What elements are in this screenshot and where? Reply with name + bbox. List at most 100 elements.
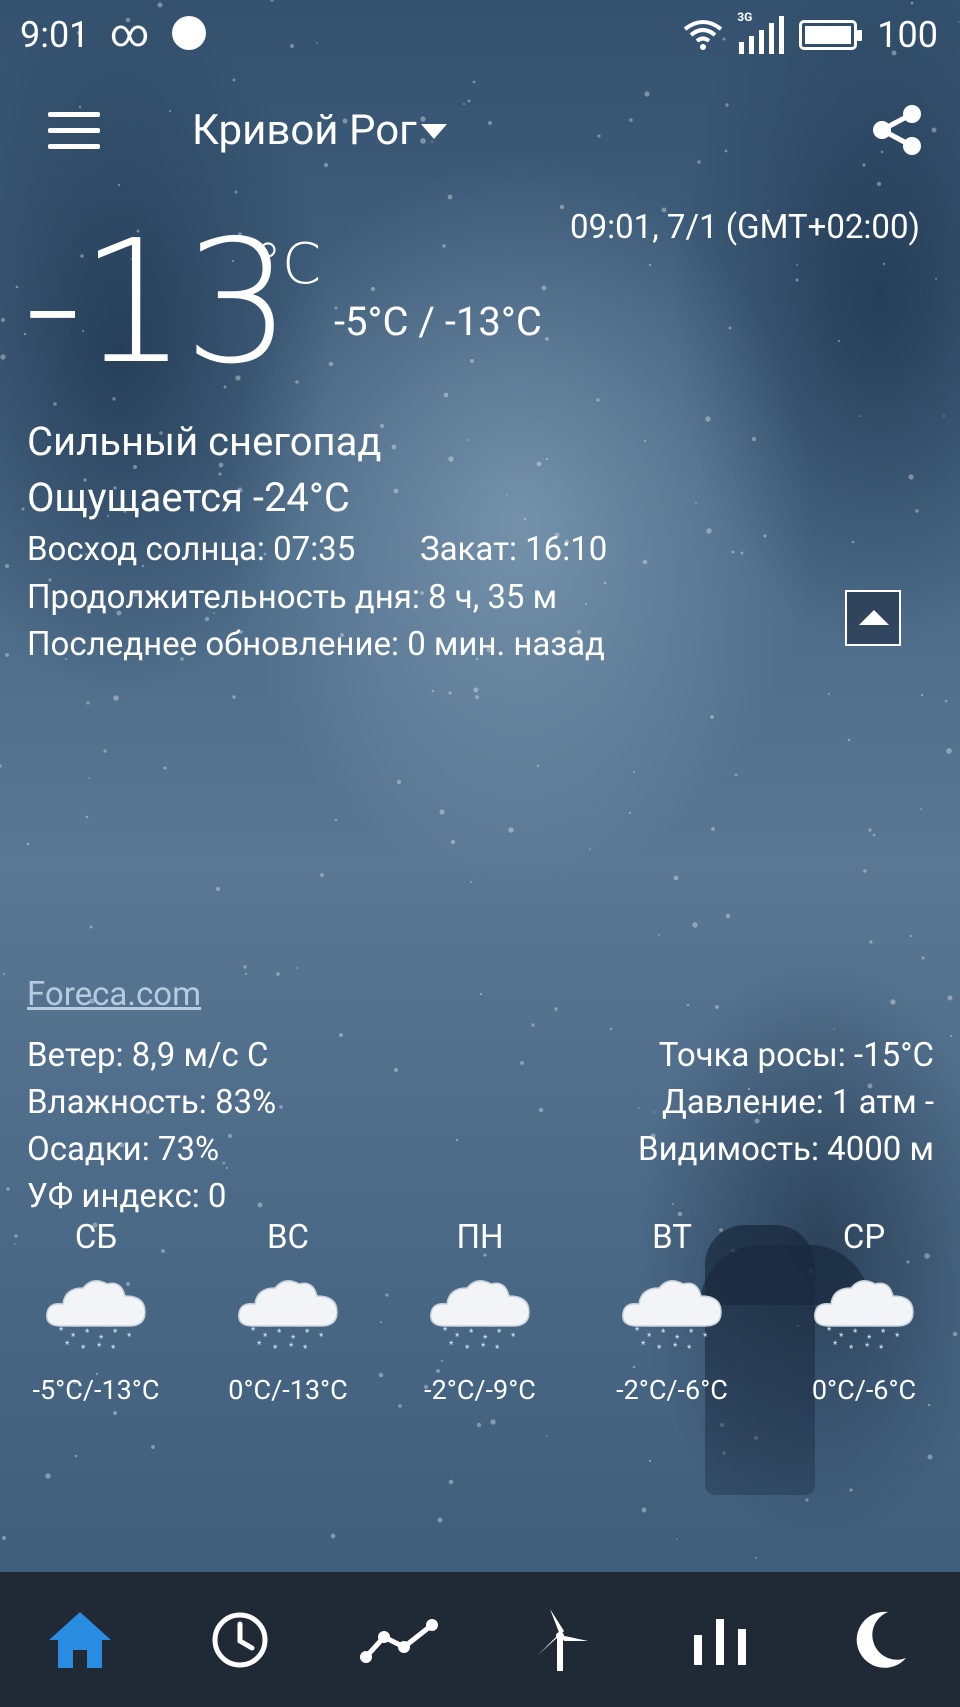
svg-text:*: *	[319, 1332, 324, 1343]
viber-icon	[172, 16, 206, 50]
forecast-temp-range: 0°C/-13°C	[228, 1374, 348, 1406]
svg-text:*: *	[127, 1332, 132, 1343]
svg-text:*: *	[689, 1328, 694, 1339]
forecast-day-name: СБ	[74, 1218, 118, 1257]
nav-daily-bars[interactable]	[660, 1595, 780, 1685]
svg-text:*: *	[481, 1342, 486, 1353]
battery-icon	[799, 20, 863, 50]
forecast-day-name: ВТ	[652, 1218, 692, 1257]
nav-moon[interactable]	[820, 1595, 940, 1685]
share-icon[interactable]	[868, 100, 928, 160]
daily-forecast: СБ * * * * * * * * * * * * -5°C/-13°C ВС * * * * * * * * * *…	[0, 1218, 960, 1406]
clock-icon	[212, 1612, 268, 1667]
svg-text:*: *	[657, 1344, 662, 1355]
current-temperature: -13	[22, 218, 292, 388]
svg-text:*: *	[257, 1340, 262, 1351]
menu-icon[interactable]	[48, 112, 100, 152]
nav-home[interactable]	[20, 1595, 140, 1685]
svg-text:*: *	[469, 1328, 474, 1339]
svg-text:*: *	[81, 1344, 86, 1355]
status-time: 9:01	[20, 14, 90, 56]
nav-hourly[interactable]	[180, 1595, 300, 1685]
forecast-day[interactable]: ВТ * * * * * * * * * * * * -2°C/-6°C	[576, 1218, 768, 1406]
svg-text:*: *	[449, 1340, 454, 1351]
temperature-sign: -	[22, 204, 83, 402]
uv-index-stat: УФ индекс: 0	[27, 1177, 227, 1216]
city-selector[interactable]: Кривой Рог	[192, 106, 447, 155]
svg-text:*: *	[843, 1322, 848, 1333]
svg-text:*: *	[849, 1344, 854, 1355]
svg-text:*: *	[641, 1340, 646, 1351]
nav-graph[interactable]	[340, 1595, 460, 1685]
svg-text:*: *	[59, 1326, 64, 1337]
dropdown-caret-icon	[420, 124, 447, 139]
svg-text:*: *	[489, 1322, 494, 1333]
svg-text:*: *	[303, 1344, 308, 1355]
forecast-day[interactable]: СР * * * * * * * * * * * * 0°C/-6°C	[768, 1218, 960, 1406]
svg-text:*: *	[71, 1332, 76, 1343]
svg-text:*: *	[833, 1340, 838, 1351]
svg-text:*: *	[651, 1322, 656, 1333]
svg-text:*: *	[289, 1342, 294, 1353]
wind-stat: Ветер: 8,9 м/с С	[27, 1036, 269, 1075]
svg-text:*: *	[647, 1332, 652, 1343]
svg-text:*: *	[267, 1322, 272, 1333]
svg-text:*: *	[113, 1328, 118, 1339]
svg-text:*: *	[511, 1332, 516, 1343]
signal-icon: 3G	[737, 10, 785, 54]
svg-text:*: *	[661, 1328, 666, 1339]
temperature-unit: °C	[254, 232, 322, 297]
city-name: Кривой Рог	[192, 106, 417, 155]
svg-text:*: *	[681, 1322, 686, 1333]
source-link[interactable]: Foreca.com	[27, 975, 201, 1014]
forecast-day[interactable]: ПН * * * * * * * * * * * * -2°C/-9°C	[384, 1218, 576, 1406]
details-left: Ветер: 8,9 м/с С Влажность: 83% Осадки: …	[27, 1032, 276, 1220]
visibility-stat: Видимость: 4000 м	[638, 1130, 934, 1169]
svg-text:*: *	[881, 1328, 886, 1339]
forecast-day[interactable]: ВС * * * * * * * * * * * * 0°C/-13°C	[192, 1218, 384, 1406]
sunset-time: Закат: 16:10	[420, 530, 608, 569]
svg-text:*: *	[97, 1342, 102, 1353]
svg-text:*: *	[85, 1328, 90, 1339]
svg-text:*: *	[673, 1342, 678, 1353]
svg-text:*: *	[873, 1322, 878, 1333]
svg-text:*: *	[273, 1344, 278, 1355]
forecast-day-name: ПН	[456, 1218, 504, 1257]
day-length: Продолжительность дня: 8 ч, 35 м	[27, 578, 558, 617]
heavy-snow-cloud-icon: ** *** ** * * ** *	[814, 1280, 914, 1355]
svg-text:*: *	[703, 1332, 708, 1343]
details-right: Точка росы: -15°C Давление: 1 атм - Види…	[638, 1032, 934, 1173]
collapse-chevron-up-icon[interactable]	[845, 590, 901, 646]
humidity-stat: Влажность: 83%	[27, 1083, 277, 1122]
infinity-icon: ∞	[110, 12, 150, 56]
svg-text:*: *	[879, 1344, 884, 1355]
forecast-day[interactable]: СБ * * * * * * * * * * * * -5°C/-13°C	[0, 1218, 192, 1406]
svg-text:*: *	[75, 1322, 80, 1333]
svg-text:*: *	[687, 1344, 692, 1355]
sunrise-time: Восход солнца: 07:35	[27, 530, 356, 569]
svg-text:*: *	[277, 1328, 282, 1339]
forecast-temp-range: -2°C/-9°C	[424, 1374, 536, 1406]
svg-text:*: *	[839, 1332, 844, 1343]
nav-wind[interactable]	[500, 1595, 620, 1685]
forecast-temp-range: 0°C/-6°C	[811, 1374, 917, 1406]
pressure-stat: Давление: 1 атм -	[661, 1083, 934, 1122]
svg-text:*: *	[853, 1328, 858, 1339]
trend-chart-icon	[360, 1618, 438, 1663]
home-icon	[49, 1611, 111, 1668]
svg-text:*: *	[105, 1322, 110, 1333]
moon-icon	[856, 1611, 906, 1668]
bar-chart-icon	[694, 1618, 746, 1665]
high-low-temperature: -5°C / -13°C	[334, 298, 542, 345]
svg-text:*: *	[263, 1332, 268, 1343]
local-datetime: 09:01, 7/1 (GMT+02:00)	[570, 208, 920, 247]
svg-text:*: *	[455, 1332, 460, 1343]
svg-text:*: *	[465, 1344, 470, 1355]
last-update: Последнее обновление: 0 мин. назад	[27, 625, 605, 664]
heavy-snow-cloud-icon: ** *** ** * * ** *	[238, 1280, 338, 1355]
bottom-navigation	[0, 1572, 960, 1707]
svg-text:*: *	[865, 1342, 870, 1353]
battery-percent: 100	[877, 14, 938, 56]
svg-text:*: *	[297, 1322, 302, 1333]
heavy-snow-cloud-icon: ** *** ** * * ** *	[430, 1280, 530, 1355]
